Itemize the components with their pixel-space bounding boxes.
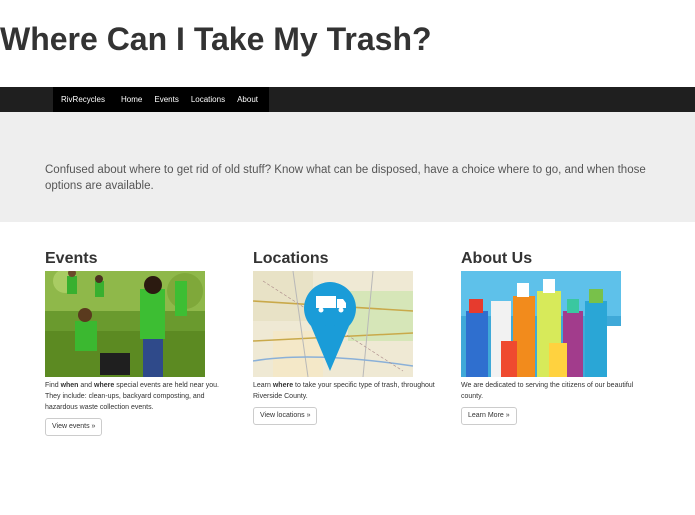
nav-locations[interactable]: Locations <box>184 87 225 112</box>
view-locations-button[interactable]: View locations » <box>253 407 318 426</box>
nav-home[interactable]: Home <box>114 87 142 112</box>
nav-about[interactable]: About <box>230 87 258 112</box>
events-column: Events Find when and where special event… <box>45 249 220 437</box>
brand-link[interactable]: RivRecycles <box>53 87 105 112</box>
about-image <box>461 271 621 378</box>
nav-events[interactable]: Events <box>147 87 178 112</box>
learn-more-button[interactable]: Learn More » <box>461 407 517 426</box>
nav-container: RivRecycles Home Events Locations About <box>53 87 269 113</box>
events-heading: Events <box>45 250 98 268</box>
view-events-button[interactable]: View events » <box>45 418 103 437</box>
about-column: About Us We are dedicated to serving the… <box>461 249 636 426</box>
locations-column: Locations Learn where to take your speci… <box>253 249 435 426</box>
locations-heading: Locations <box>253 250 329 268</box>
locations-image <box>253 271 413 378</box>
lead-text: Confused about where to get rid of old s… <box>45 164 646 193</box>
events-image <box>45 271 205 378</box>
events-text: Find when and where special events are h… <box>45 382 219 412</box>
about-text: We are dedicated to serving the citizens… <box>461 382 634 401</box>
about-heading: About Us <box>461 250 533 268</box>
page-title: Where Can I Take My Trash? <box>0 21 432 58</box>
navbar: RivRecycles Home Events Locations About <box>0 87 695 114</box>
locations-text: Learn where to take your specific type o… <box>253 382 435 401</box>
